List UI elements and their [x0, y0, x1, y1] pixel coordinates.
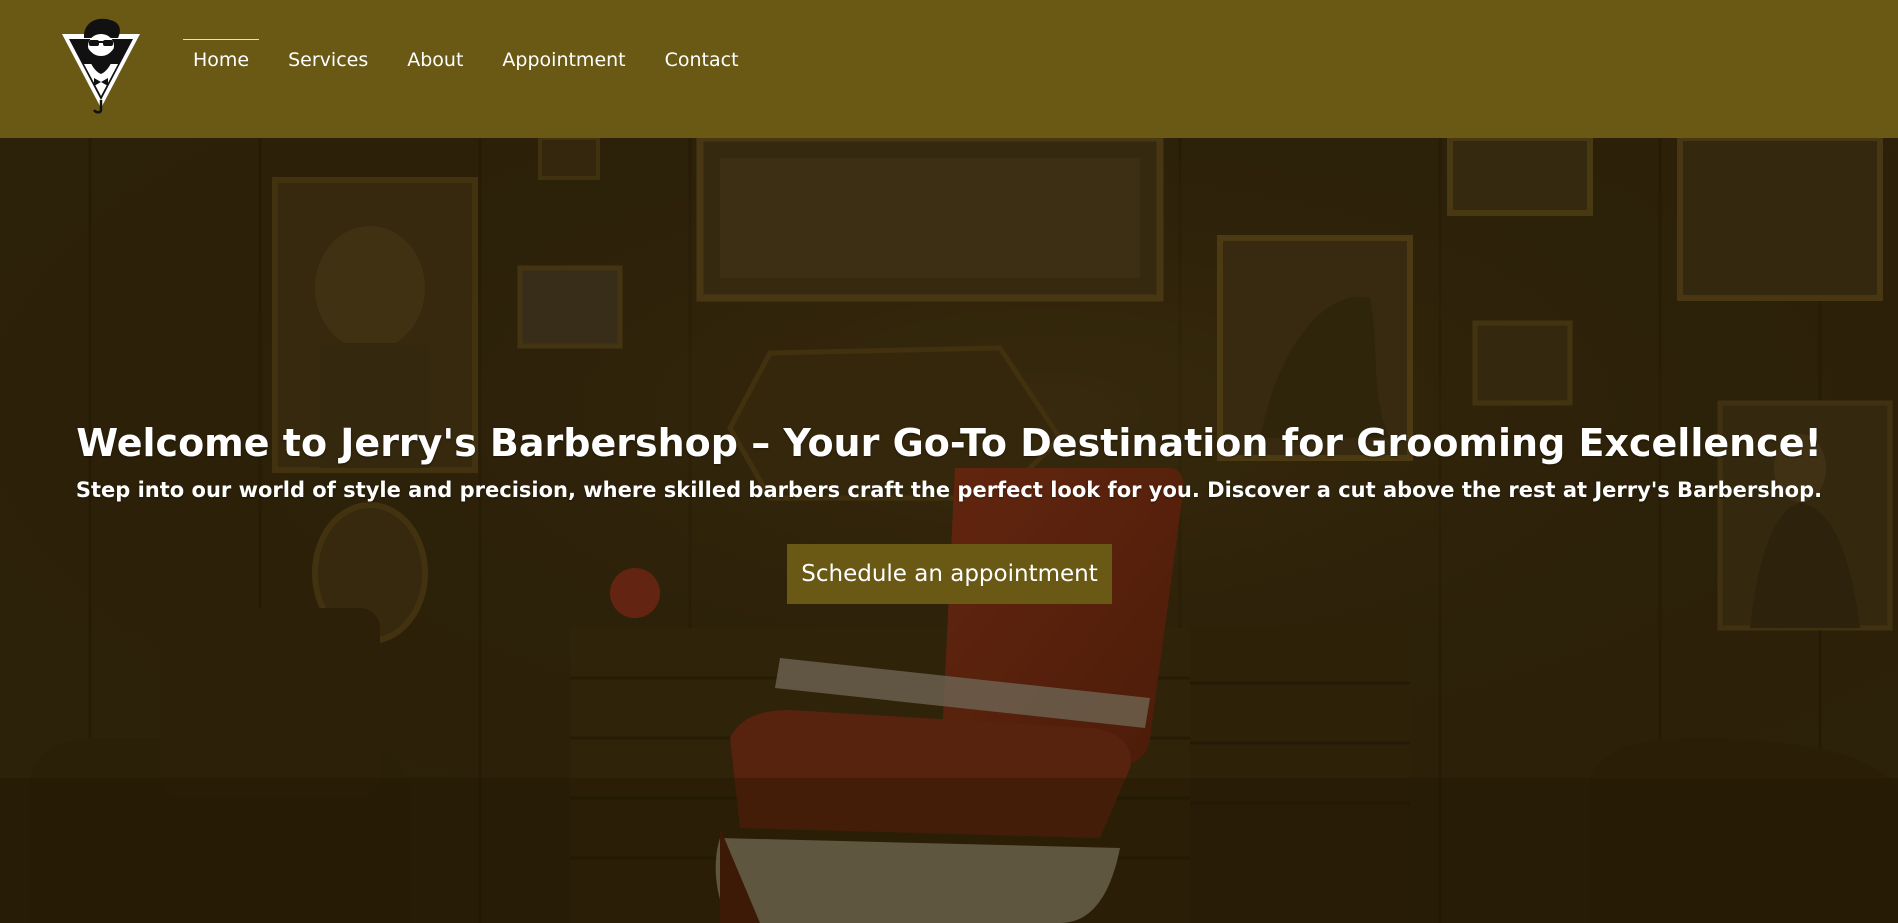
nav-link-about[interactable]: About [397, 39, 473, 81]
hero-subtitle: Step into our world of style and precisi… [75, 478, 1823, 502]
hero-section: Welcome to Jerry's Barbershop – Your Go-… [0, 138, 1898, 923]
hero-dark-overlay [0, 138, 1898, 923]
barbershop-logo-icon[interactable] [60, 16, 142, 114]
nav-link-contact[interactable]: Contact [655, 39, 749, 81]
nav-link-services[interactable]: Services [278, 39, 378, 81]
main-navigation: Home Services About Appointment Contact [183, 39, 768, 81]
nav-link-home[interactable]: Home [183, 39, 260, 81]
schedule-appointment-button[interactable]: Schedule an appointment [787, 544, 1112, 604]
nav-link-appointment[interactable]: Appointment [492, 39, 635, 81]
page: Home Services About Appointment Contact [0, 0, 1898, 923]
site-header: Home Services About Appointment Contact [0, 0, 1898, 138]
hero-title: Welcome to Jerry's Barbershop – Your Go-… [76, 421, 1822, 465]
